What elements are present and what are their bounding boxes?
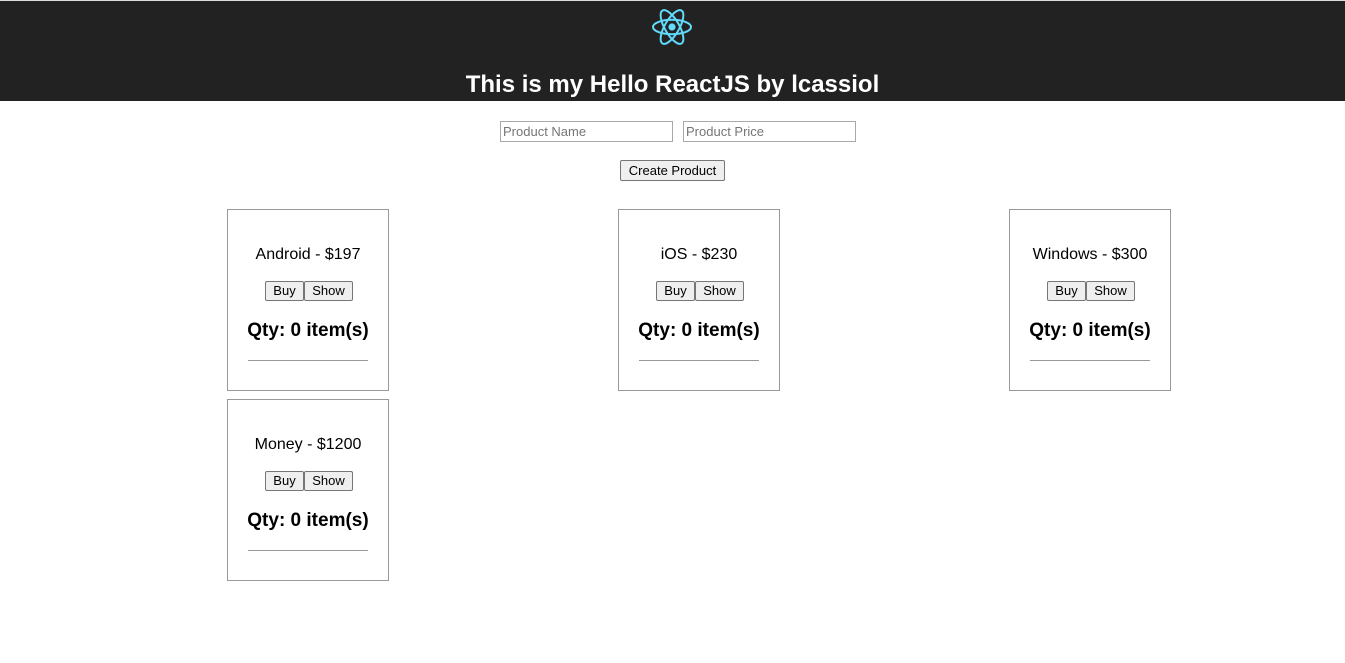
react-atom-icon: [652, 9, 692, 45]
show-button[interactable]: Show: [1086, 281, 1135, 301]
product-qty: Qty: 0 item(s): [638, 320, 760, 341]
product-name-input[interactable]: [500, 121, 673, 142]
product-qty: Qty: 0 item(s): [1029, 320, 1151, 341]
buy-button[interactable]: Buy: [265, 281, 304, 301]
product-card-money: Money - $1200 Buy Show Qty: 0 item(s): [227, 399, 389, 581]
product-label: Android - $197: [255, 246, 361, 263]
show-button[interactable]: Show: [695, 281, 744, 301]
divider: [639, 360, 759, 361]
product-actions: Buy Show: [655, 281, 745, 301]
show-button[interactable]: Show: [304, 471, 353, 491]
product-card-android: Android - $197 Buy Show Qty: 0 item(s): [227, 209, 389, 391]
product-actions: Buy Show: [1046, 281, 1136, 301]
divider: [248, 360, 368, 361]
product-actions: Buy Show: [264, 281, 354, 301]
product-label: iOS - $230: [660, 246, 738, 263]
product-label: Windows - $300: [1032, 246, 1148, 263]
app-header: This is my Hello ReactJS by lcassiol: [0, 0, 1345, 101]
buy-button[interactable]: Buy: [265, 471, 304, 491]
page-title: This is my Hello ReactJS by lcassiol: [465, 71, 880, 98]
product-card-windows: Windows - $300 Buy Show Qty: 0 item(s): [1009, 209, 1171, 391]
buy-button[interactable]: Buy: [1047, 281, 1086, 301]
product-qty: Qty: 0 item(s): [247, 510, 369, 531]
divider: [248, 550, 368, 551]
buy-button[interactable]: Buy: [656, 281, 695, 301]
product-label: Money - $1200: [254, 436, 362, 453]
create-product-button[interactable]: Create Product: [620, 160, 725, 181]
product-qty: Qty: 0 item(s): [247, 320, 369, 341]
show-button[interactable]: Show: [304, 281, 353, 301]
divider: [1030, 360, 1150, 361]
product-actions: Buy Show: [264, 471, 354, 491]
product-card-ios: iOS - $230 Buy Show Qty: 0 item(s): [618, 209, 780, 391]
product-price-input[interactable]: [683, 121, 856, 142]
